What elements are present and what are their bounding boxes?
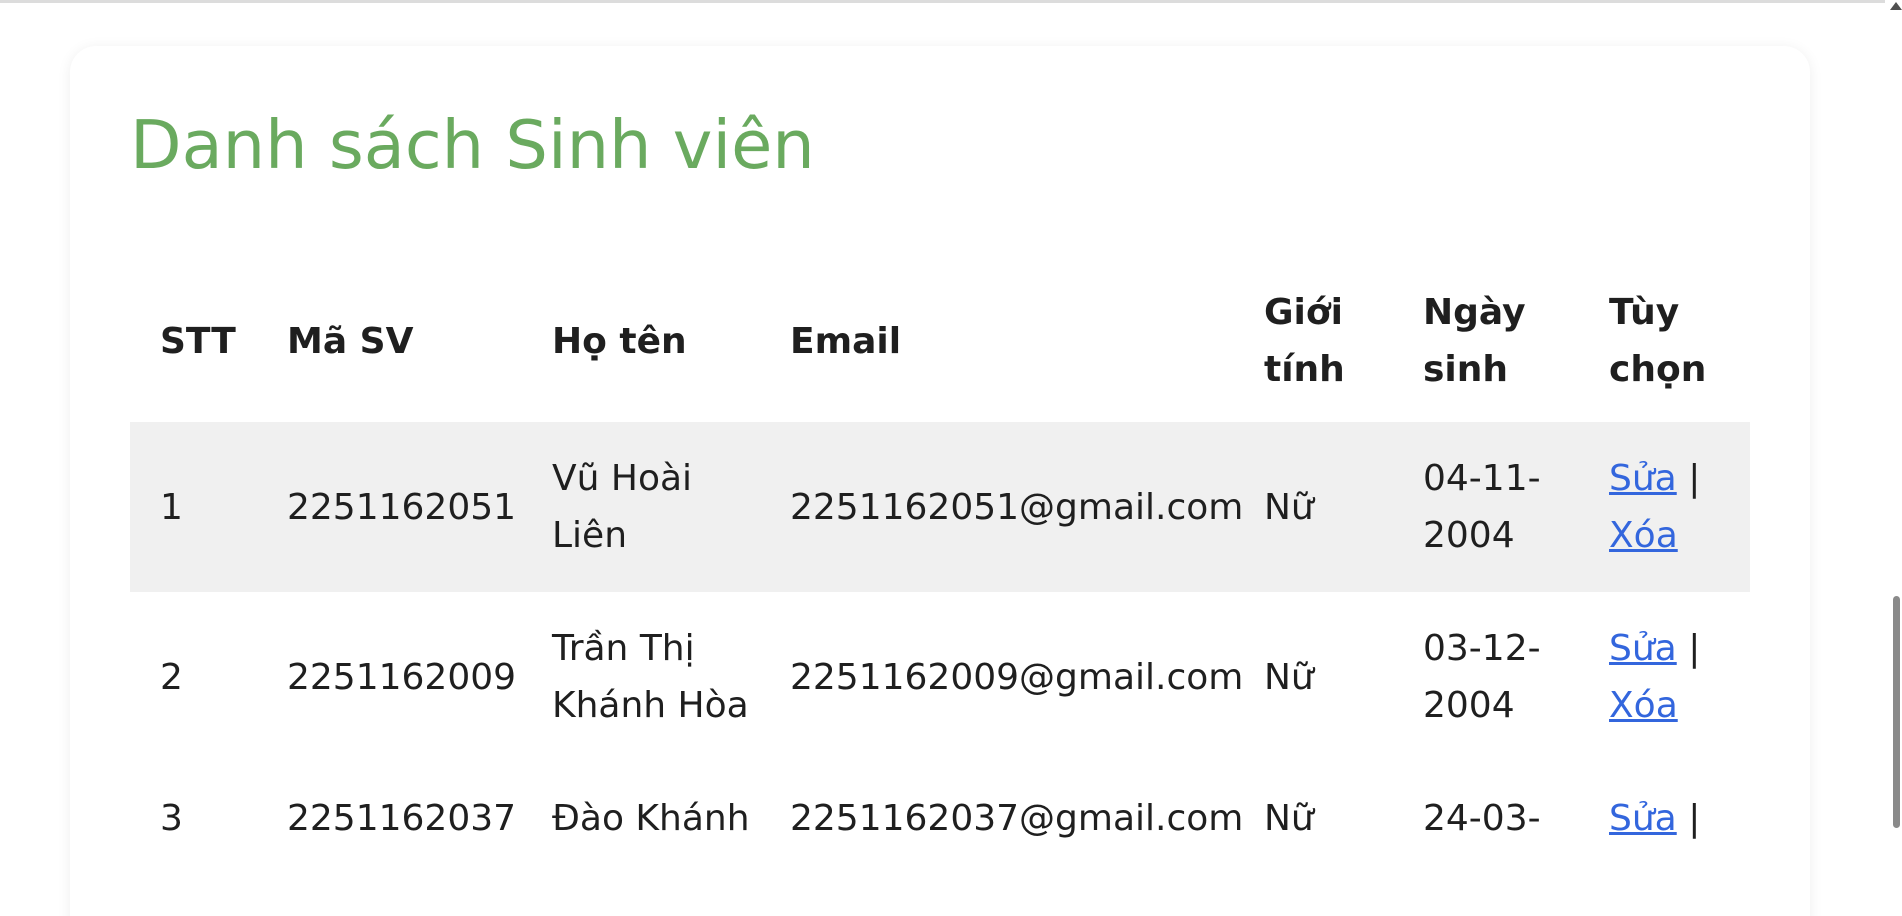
cell-stt: 2 [160, 656, 183, 698]
edit-link[interactable]: Sửa [1609, 458, 1677, 499]
cell-student-id: 2251162009 [287, 656, 517, 698]
delete-link[interactable]: Xóa [1609, 685, 1678, 726]
cell-gender: Nữ [1234, 422, 1393, 592]
cell-full-name: Trần Thị Khánh Hòa [552, 628, 749, 726]
cell-birth-date: 03-12-2004 [1423, 628, 1541, 726]
scrollbar-thumb[interactable] [1893, 596, 1900, 828]
top-divider [0, 0, 1885, 3]
cell-email: 2251162051@gmail.com [760, 422, 1243, 592]
edit-link[interactable]: Sửa [1609, 628, 1677, 669]
option-separator: | [1688, 798, 1701, 839]
header-student-id: Mã SV [287, 320, 414, 362]
cell-student-id: 2251162037 [287, 798, 517, 839]
cell-email: 2251162009@gmail.com [790, 656, 1244, 698]
header-stt: STT [160, 320, 236, 362]
edit-link[interactable]: Sửa [1609, 798, 1677, 839]
header-birth-date: Ngày sinh [1423, 292, 1526, 390]
cell-student-id: 2251162051 [257, 422, 522, 592]
page-title: Danh sách Sinh viên [130, 106, 815, 184]
cell-email: 2251162037@gmail.com [790, 798, 1244, 839]
cell-options: Sửa | Xóa [1579, 422, 1750, 592]
table-row: 2 2251162009 Trần Thị Khánh Hòa 22511620… [130, 592, 1750, 762]
cell-full-name: Vũ Hoài Liên [522, 422, 760, 592]
cell-birth-date: 04-11-2004 [1393, 422, 1579, 592]
page-frame: Danh sách Sinh viên STT Mã SV Họ tên Ema… [0, 0, 1902, 916]
table-row: 3 2251162037 Đào Khánh 2251162037@gmail.… [130, 762, 1750, 875]
table-header: STT Mã SV Họ tên Email Giới tính Ngày si… [130, 284, 1750, 422]
table-row: 1 2251162051 Vũ Hoài Liên 2251162051@gma… [130, 422, 1750, 592]
option-separator: | [1688, 458, 1701, 499]
cell-stt: 1 [130, 422, 257, 592]
student-list-card: Danh sách Sinh viên STT Mã SV Họ tên Ema… [70, 46, 1810, 916]
cell-gender: Nữ [1264, 798, 1314, 839]
header-options: Tùy chọn [1609, 292, 1707, 390]
cell-birth-date: 24-03- [1423, 798, 1541, 839]
header-email: Email [790, 320, 902, 362]
cell-full-name: Đào Khánh [552, 798, 750, 839]
header-row: STT Mã SV Họ tên Email Giới tính Ngày si… [130, 284, 1750, 422]
cell-options: Sửa | Xóa [1579, 592, 1750, 762]
cell-stt: 3 [160, 798, 183, 839]
option-separator: | [1688, 628, 1701, 669]
cell-gender: Nữ [1264, 656, 1314, 698]
cell-options: Sửa | [1579, 762, 1750, 875]
header-full-name: Họ tên [552, 320, 687, 362]
student-table: STT Mã SV Họ tên Email Giới tính Ngày si… [130, 284, 1750, 875]
table-body: 1 2251162051 Vũ Hoài Liên 2251162051@gma… [130, 422, 1750, 875]
header-gender: Giới tính [1264, 292, 1345, 390]
delete-link[interactable]: Xóa [1609, 515, 1678, 556]
scroll-up-arrow-icon[interactable] [1890, 2, 1902, 10]
